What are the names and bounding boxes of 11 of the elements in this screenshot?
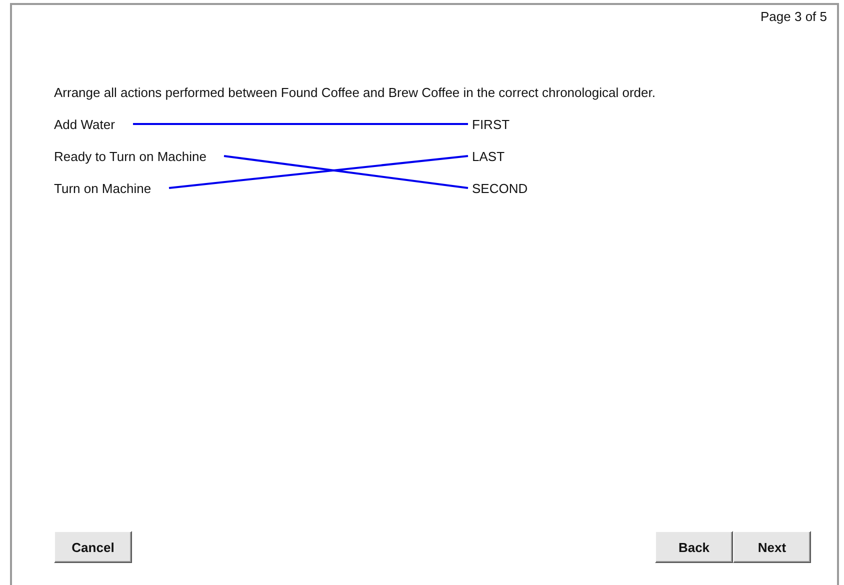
cancel-button[interactable]: Cancel [54, 531, 132, 563]
action-label[interactable]: Turn on Machine [54, 180, 152, 196]
instruction-text: Arrange all actions performed between Found Coffee and Brew Coffee in the correct chronological order. [54, 85, 656, 100]
next-button[interactable]: Next [733, 531, 811, 563]
order-label[interactable]: FIRST [472, 116, 510, 132]
action-label[interactable]: Add Water [54, 116, 115, 132]
order-label[interactable]: SECOND [472, 180, 528, 196]
action-label[interactable]: Ready to Turn on Machine [54, 148, 206, 164]
back-button[interactable]: Back [655, 531, 733, 563]
order-label[interactable]: LAST [472, 148, 505, 164]
page-indicator: Page 3 of 5 [760, 9, 827, 24]
